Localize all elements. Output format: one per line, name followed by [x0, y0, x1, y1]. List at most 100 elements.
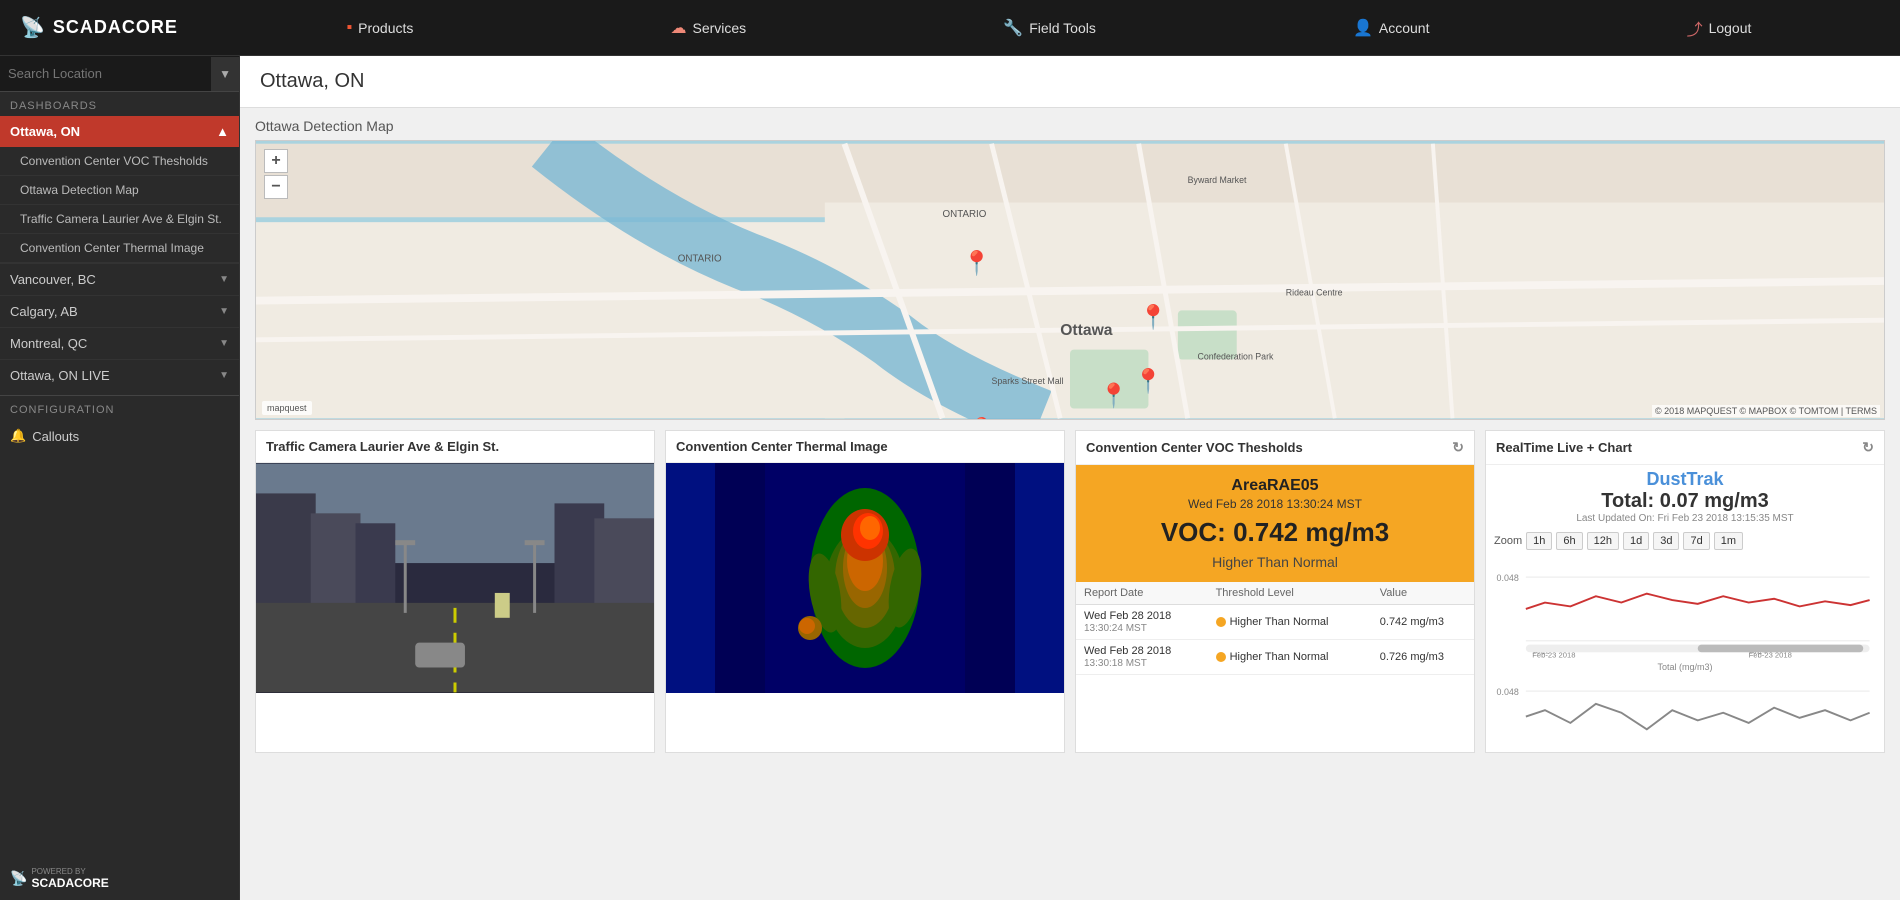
dusttrak-zoom-controls: Zoom 1h 6h 12h 1d 3d 7d 1m: [1486, 528, 1884, 554]
voc-row-value: 0.726 mg/m3: [1372, 640, 1474, 675]
map-title: Ottawa Detection Map: [255, 118, 1885, 134]
panel-thermal: Convention Center Thermal Image: [665, 430, 1065, 753]
zoom-out-button[interactable]: −: [264, 175, 288, 199]
panel-traffic-header: Traffic Camera Laurier Ave & Elgin St.: [256, 431, 654, 463]
svg-text:Rideau Centre: Rideau Centre: [1286, 288, 1343, 298]
voc-refresh-icon[interactable]: ↻: [1452, 439, 1464, 456]
svg-text:ONTARIO: ONTARIO: [678, 253, 722, 264]
dusttrak-chart: 0.048 Feb-23 2018 13:12 Feb-23 2018 13:1…: [1486, 554, 1884, 752]
panel-dusttrak: RealTime Live + Chart ↻ DustTrak Total: …: [1485, 430, 1885, 753]
fieldtools-icon: 🔧: [1003, 18, 1023, 38]
table-row: Wed Feb 28 201813:30:24 MST Higher Than …: [1076, 605, 1474, 640]
voc-sensor-name: AreaRAE05: [1084, 477, 1466, 495]
voc-value: VOC: 0.742 mg/m3: [1084, 517, 1466, 548]
thermal-cam-image: [666, 463, 1064, 693]
sidebar-item-calgary[interactable]: Calgary, AB ▼: [0, 295, 239, 327]
voc-datetime: Wed Feb 28 2018 13:30:24 MST: [1084, 497, 1466, 511]
dusttrak-y-label: Total (mg/m3): [1494, 662, 1876, 672]
svg-text:Confederation Park: Confederation Park: [1197, 351, 1274, 361]
nav-logout-label: Logout: [1709, 20, 1752, 36]
nav-fieldtools[interactable]: 🔧 Field Tools: [1003, 16, 1096, 40]
svg-text:Sparks Street Mall: Sparks Street Mall: [992, 376, 1064, 386]
nav-products-label: Products: [358, 20, 413, 36]
chevron-down-icon: ▼: [219, 370, 229, 381]
zoom-1h[interactable]: 1h: [1526, 532, 1552, 550]
zoom-7d[interactable]: 7d: [1683, 532, 1709, 550]
map-controls: + −: [264, 149, 288, 199]
chevron-down-icon: ▼: [219, 274, 229, 285]
page-title: Ottawa, ON: [260, 70, 1880, 93]
powered-by-label: POWERED BY: [31, 867, 108, 876]
panel-dusttrak-title: RealTime Live + Chart: [1496, 440, 1632, 455]
bell-icon: 🔔: [10, 428, 26, 444]
search-bar: ▼: [0, 56, 239, 92]
nav-services[interactable]: ☁ Services: [670, 16, 746, 40]
nav-logout[interactable]: ⤴ Logout: [1687, 16, 1752, 40]
table-row: Wed Feb 28 201813:30:18 MST Higher Than …: [1076, 640, 1474, 675]
map-attribution: © 2018 MAPQUEST © MAPBOX © TOMTOM | TERM…: [1652, 405, 1880, 417]
nav-account[interactable]: 👤 Account: [1353, 16, 1430, 40]
bottom-panels: Traffic Camera Laurier Ave & Elgin St.: [240, 430, 1900, 763]
collapse-icon: ▲: [216, 124, 229, 139]
sidebar-sub-thermal[interactable]: Convention Center Thermal Image: [0, 234, 239, 263]
sidebar-item-ottawa-on[interactable]: Ottawa, ON ▲: [0, 116, 239, 147]
products-icon: ▪: [346, 19, 352, 37]
dusttrak-total: Total: 0.07 mg/m3: [1490, 490, 1880, 513]
dusttrak-chart-svg-2: 0.048: [1494, 672, 1876, 748]
zoom-1m[interactable]: 1m: [1714, 532, 1743, 550]
top-nav: 📡 SCADACORE ▪ Products ☁ Services 🔧 Fiel…: [0, 0, 1900, 56]
nav-items: ▪ Products ☁ Services 🔧 Field Tools 👤 Ac…: [218, 16, 1880, 40]
panel-voc: Convention Center VOC Thesholds ↻ AreaRA…: [1075, 430, 1475, 753]
panel-dusttrak-header: RealTime Live + Chart ↻: [1486, 431, 1884, 465]
nav-products[interactable]: ▪ Products: [346, 16, 413, 40]
chevron-down-icon: ▼: [219, 338, 229, 349]
nav-services-label: Services: [692, 20, 746, 36]
panel-thermal-title: Convention Center Thermal Image: [676, 439, 888, 454]
search-input[interactable]: [0, 56, 211, 91]
voc-row-date: Wed Feb 28 201813:30:24 MST: [1076, 605, 1208, 640]
callouts-label: Callouts: [32, 429, 79, 444]
voc-table: Report Date Threshold Level Value Wed Fe…: [1076, 582, 1474, 675]
app-body: ▼ DASHBOARDS Ottawa, ON ▲ Convention Cen…: [0, 56, 1900, 900]
zoom-1d[interactable]: 1d: [1623, 532, 1649, 550]
nav-fieldtools-label: Field Tools: [1029, 20, 1096, 36]
zoom-3d[interactable]: 3d: [1653, 532, 1679, 550]
voc-row-value: 0.742 mg/m3: [1372, 605, 1474, 640]
zoom-6h[interactable]: 6h: [1556, 532, 1582, 550]
sidebar: ▼ DASHBOARDS Ottawa, ON ▲ Convention Cen…: [0, 56, 240, 900]
svg-text:0.048: 0.048: [1497, 573, 1519, 583]
dusttrak-refresh-icon[interactable]: ↻: [1862, 439, 1874, 456]
svg-text:ONTARIO: ONTARIO: [943, 209, 987, 220]
sidebar-item-callouts[interactable]: 🔔 Callouts: [0, 420, 239, 452]
sidebar-sub-detection[interactable]: Ottawa Detection Map: [0, 176, 239, 205]
voc-col-date: Report Date: [1076, 582, 1208, 605]
main-content: Ottawa, ON Ottawa Detection Map: [240, 56, 1900, 900]
nav-account-label: Account: [1379, 20, 1430, 36]
map-pin-green-1: 📍: [962, 249, 991, 277]
sidebar-item-montreal[interactable]: Montreal, QC ▼: [0, 327, 239, 359]
logout-icon: ⤴: [1687, 16, 1703, 40]
panel-traffic-title: Traffic Camera Laurier Ave & Elgin St.: [266, 439, 499, 454]
zoom-in-button[interactable]: +: [264, 149, 288, 173]
sidebar-item-vancouver[interactable]: Vancouver, BC ▼: [0, 263, 239, 295]
voc-col-value: Value: [1372, 582, 1474, 605]
map-section: Ottawa Detection Map: [240, 108, 1900, 430]
brand-name: SCADACORE: [53, 17, 178, 38]
zoom-12h[interactable]: 12h: [1587, 532, 1619, 550]
logo: 📡 SCADACORE: [20, 15, 178, 40]
voc-content: AreaRAE05 Wed Feb 28 2018 13:30:24 MST V…: [1076, 465, 1474, 675]
svg-text:Byward Market: Byward Market: [1188, 175, 1247, 185]
map-pin-red-2: 📍: [967, 416, 996, 420]
map-svg: Ottawa ONTARIO ONTARIO Byward Market Spa…: [256, 141, 1884, 420]
panel-voc-title: Convention Center VOC Thesholds: [1086, 440, 1303, 455]
powered-by: 📡 POWERED BY SCADACORE: [10, 867, 109, 890]
config-label: CONFIGURATION: [0, 395, 239, 420]
search-dropdown-btn[interactable]: ▼: [211, 57, 239, 91]
map-pin-green-3: 📍: [1139, 303, 1168, 331]
sidebar-sub-voc[interactable]: Convention Center VOC Thesholds: [0, 147, 239, 176]
powered-by-brand: SCADACORE: [31, 876, 108, 890]
map-container[interactable]: Ottawa ONTARIO ONTARIO Byward Market Spa…: [255, 140, 1885, 420]
sidebar-item-ottawa-live[interactable]: Ottawa, ON LIVE ▼: [0, 359, 239, 391]
sidebar-sub-traffic[interactable]: Traffic Camera Laurier Ave & Elgin St.: [0, 205, 239, 234]
dusttrak-chart-svg: 0.048 Feb-23 2018 13:12 Feb-23 2018 13:1…: [1494, 558, 1876, 660]
